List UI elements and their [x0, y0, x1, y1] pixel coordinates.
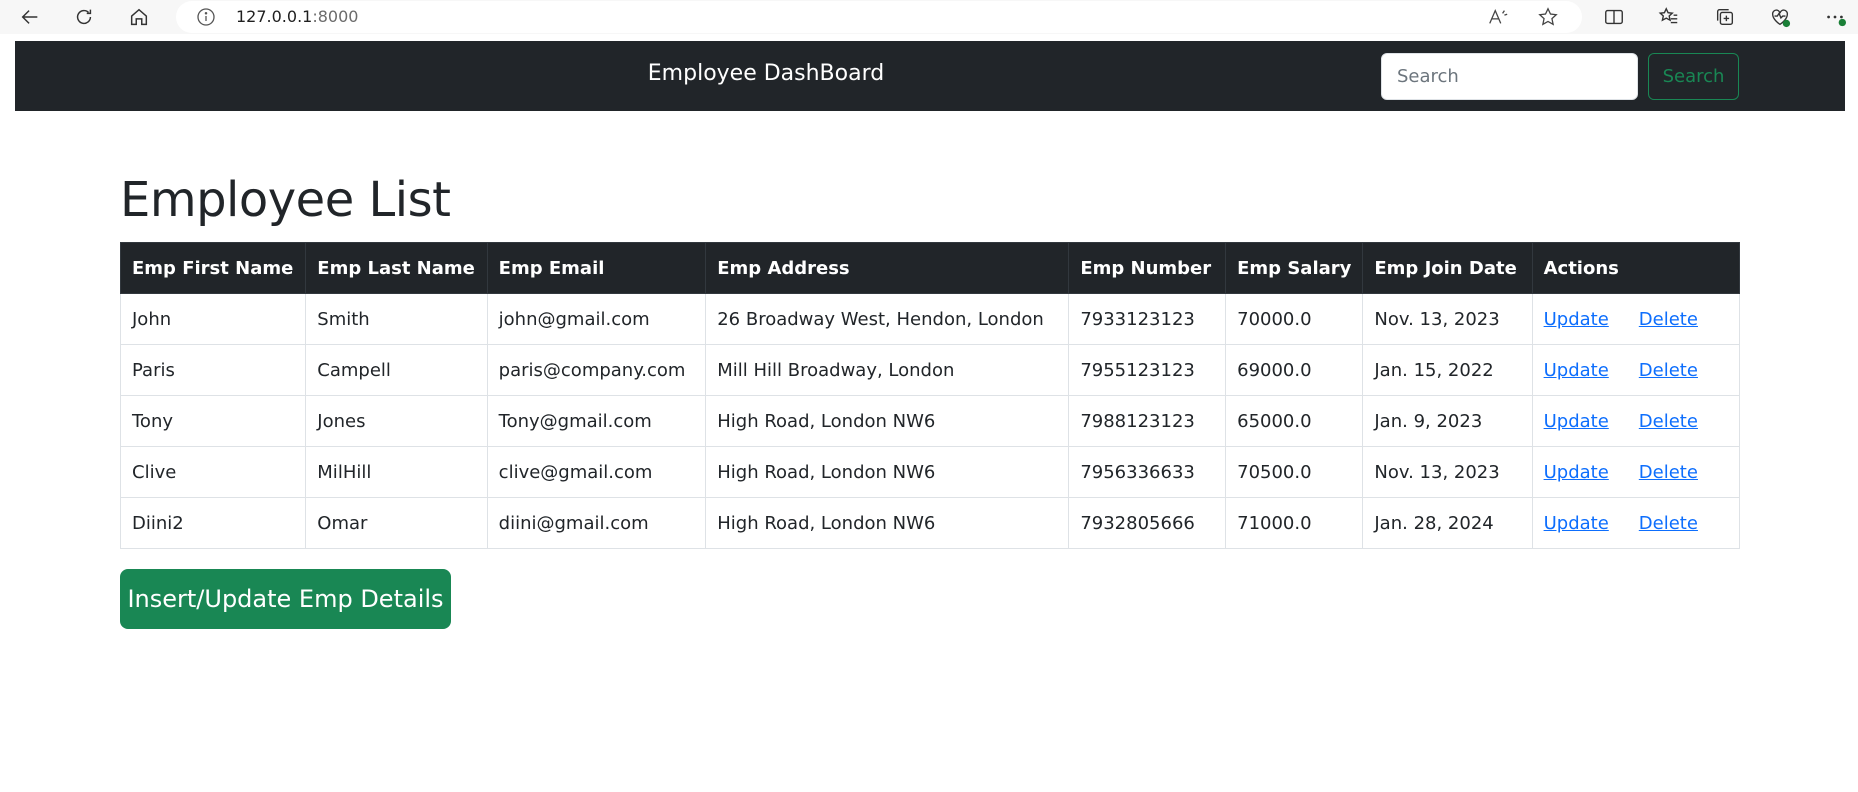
header-join-date: Emp Join Date	[1362, 242, 1533, 294]
cell-salary: 69000.0	[1225, 344, 1364, 396]
cell-last-name: Omar	[305, 497, 488, 549]
insert-update-button[interactable]: Insert/Update Emp Details	[120, 569, 451, 629]
employee-table: Emp First Name Emp Last Name Emp Email E…	[119, 242, 1741, 549]
table-row: Diini2 Omar diini@gmail.com High Road, L…	[119, 497, 1741, 549]
update-link[interactable]: Update	[1544, 411, 1609, 432]
cell-join-date: Jan. 28, 2024	[1362, 497, 1533, 549]
header-email: Emp Email	[486, 242, 707, 294]
cell-email: diini@gmail.com	[486, 497, 707, 549]
delete-link[interactable]: Delete	[1639, 462, 1698, 483]
cell-first-name: John	[119, 293, 307, 345]
back-icon[interactable]	[16, 3, 44, 31]
cell-address: High Road, London NW6	[705, 446, 1070, 498]
update-link[interactable]: Update	[1544, 360, 1609, 381]
table-row: Clive MilHill clive@gmail.com High Road,…	[119, 446, 1741, 498]
header-last-name: Emp Last Name	[305, 242, 488, 294]
more-icon[interactable]	[1822, 4, 1848, 30]
delete-link[interactable]: Delete	[1639, 360, 1698, 381]
cell-address: 26 Broadway West, Hendon, London	[705, 293, 1070, 345]
cell-address: High Road, London NW6	[705, 497, 1070, 549]
table-header-row: Emp First Name Emp Last Name Emp Email E…	[119, 242, 1741, 294]
read-aloud-icon[interactable]	[1486, 5, 1510, 29]
cell-first-name: Paris	[119, 344, 307, 396]
cell-last-name: Smith	[305, 293, 488, 345]
page-title: Employee List	[120, 172, 451, 228]
cell-join-date: Nov. 13, 2023	[1362, 293, 1533, 345]
url-host: 127.0.0.1	[236, 7, 313, 26]
cell-address: Mill Hill Broadway, London	[705, 344, 1070, 396]
table-row: Paris Campell paris@company.com Mill Hil…	[119, 344, 1741, 396]
navbar: Employee DashBoard Search	[15, 41, 1845, 111]
address-bar[interactable]: 127.0.0.1:8000	[176, 1, 1582, 33]
cell-address: High Road, London NW6	[705, 395, 1070, 447]
update-link[interactable]: Update	[1544, 462, 1609, 483]
cell-number: 7956336633	[1068, 446, 1227, 498]
cell-first-name: Diini2	[119, 497, 307, 549]
cell-join-date: Jan. 15, 2022	[1362, 344, 1533, 396]
cell-email: john@gmail.com	[486, 293, 707, 345]
cell-actions: Update Delete	[1531, 446, 1741, 498]
favorites-icon[interactable]	[1656, 4, 1682, 30]
cell-last-name: Campell	[305, 344, 488, 396]
cell-number: 7933123123	[1068, 293, 1227, 345]
cell-actions: Update Delete	[1531, 293, 1741, 345]
header-actions: Actions	[1531, 242, 1741, 294]
cell-salary: 65000.0	[1225, 395, 1364, 447]
header-number: Emp Number	[1068, 242, 1227, 294]
header-first-name: Emp First Name	[119, 242, 307, 294]
header-address: Emp Address	[705, 242, 1070, 294]
cell-join-date: Jan. 9, 2023	[1362, 395, 1533, 447]
info-icon[interactable]	[196, 7, 216, 27]
cell-join-date: Nov. 13, 2023	[1362, 446, 1533, 498]
update-link[interactable]: Update	[1544, 309, 1609, 330]
cell-number: 7988123123	[1068, 395, 1227, 447]
cell-email: clive@gmail.com	[486, 446, 707, 498]
search-button[interactable]: Search	[1648, 53, 1739, 100]
navbar-brand[interactable]: Employee DashBoard	[15, 61, 1517, 86]
cell-actions: Update Delete	[1531, 395, 1741, 447]
cell-number: 7955123123	[1068, 344, 1227, 396]
cell-email: Tony@gmail.com	[486, 395, 707, 447]
home-icon[interactable]	[125, 3, 153, 31]
cell-salary: 70500.0	[1225, 446, 1364, 498]
delete-link[interactable]: Delete	[1639, 309, 1698, 330]
table-row: Tony Jones Tony@gmail.com High Road, Lon…	[119, 395, 1741, 447]
cell-last-name: Jones	[305, 395, 488, 447]
search-input[interactable]	[1381, 53, 1638, 100]
url-port: :8000	[312, 7, 359, 26]
favorite-star-icon[interactable]	[1536, 5, 1560, 29]
cell-last-name: MilHill	[305, 446, 488, 498]
cell-number: 7932805666	[1068, 497, 1227, 549]
split-screen-icon[interactable]	[1601, 4, 1627, 30]
cell-email: paris@company.com	[486, 344, 707, 396]
collections-icon[interactable]	[1712, 4, 1738, 30]
cell-actions: Update Delete	[1531, 497, 1741, 549]
reload-icon[interactable]	[70, 3, 98, 31]
delete-link[interactable]: Delete	[1639, 513, 1698, 534]
url-text[interactable]: 127.0.0.1:8000	[236, 7, 358, 26]
cell-salary: 70000.0	[1225, 293, 1364, 345]
header-salary: Emp Salary	[1225, 242, 1364, 294]
cell-salary: 71000.0	[1225, 497, 1364, 549]
cell-first-name: Clive	[119, 446, 307, 498]
browser-essentials-icon[interactable]	[1767, 4, 1793, 30]
browser-toolbar: 127.0.0.1:8000	[0, 0, 1858, 34]
cell-first-name: Tony	[119, 395, 307, 447]
cell-actions: Update Delete	[1531, 344, 1741, 396]
delete-link[interactable]: Delete	[1639, 411, 1698, 432]
update-link[interactable]: Update	[1544, 513, 1609, 534]
table-row: John Smith john@gmail.com 26 Broadway We…	[119, 293, 1741, 345]
